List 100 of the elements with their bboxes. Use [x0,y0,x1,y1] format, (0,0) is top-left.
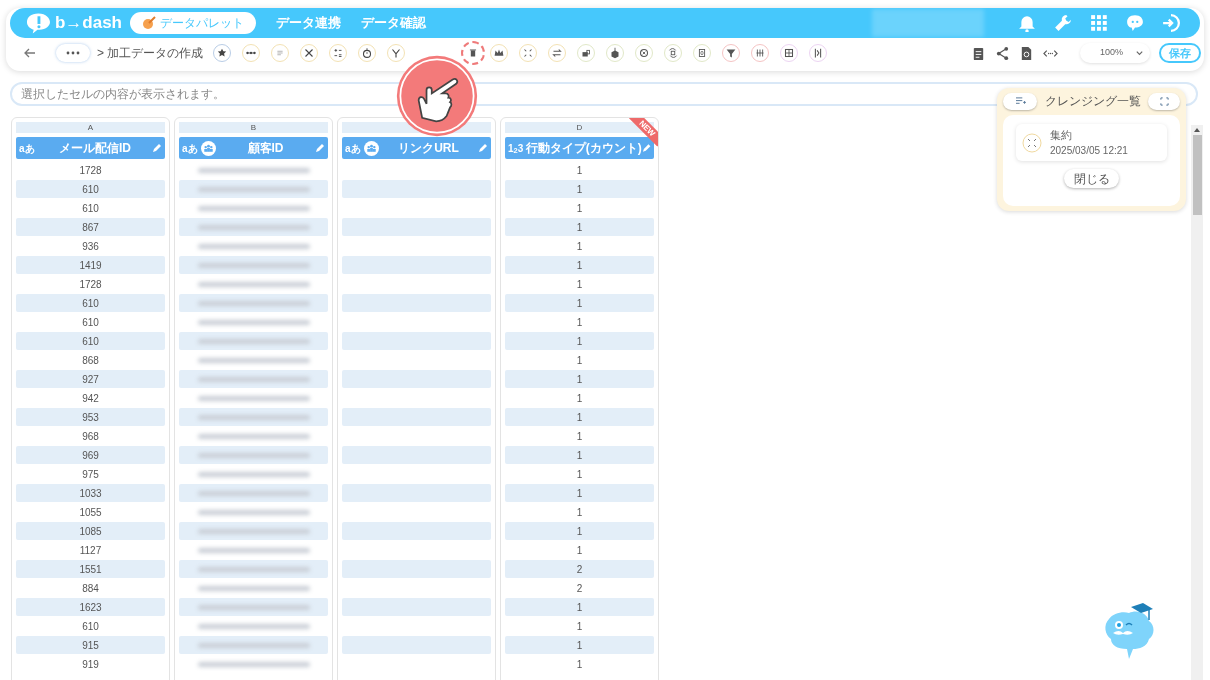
item-time: 2025/03/05 12:21 [1050,143,1128,158]
table-cell: 1 [505,256,654,274]
tool-button[interactable] [461,41,486,65]
table-cell: 1 [505,294,654,312]
cleansing-item[interactable]: 集約 2025/03/05 12:21 [1016,124,1167,161]
table-cell: 610 [16,332,165,350]
table-cell: 927 [16,370,165,388]
table-cell-text: 968 [81,429,100,444]
nav-tab[interactable]: データ連携 [276,13,341,33]
table-cell-text: 610 [81,201,100,216]
people-icon [201,140,216,156]
table-cell: 1 [505,180,654,198]
compress-icon [1022,132,1042,153]
table-cell-text: 1 [575,505,584,520]
table-cell: 1 [505,598,654,616]
column-title: メール配信ID [58,140,132,157]
tool-button[interactable] [722,44,741,62]
table-cell-text: 942 [81,391,100,406]
table-cell-text: 610 [81,619,100,634]
type-label: aあ [19,141,36,156]
table-cell: 1085 [16,522,165,540]
table-cell: 610 [16,180,165,198]
table-cell: 953 [16,408,165,426]
save-button[interactable]: 保存 [1159,43,1201,63]
table-cell-text: 1 [575,353,584,368]
column-header[interactable]: aあ 顧客ID [179,137,328,159]
type-label: 1$_{2}$3 [508,141,525,156]
scrollbar[interactable] [1191,125,1203,680]
table-cell: 610 [16,294,165,312]
table-cell: 1551 [16,560,165,578]
column-letter: A [87,121,94,134]
table-cell: 1 [505,484,654,502]
palette-icon [142,16,156,30]
table-cell-text: 1 [575,657,584,672]
table-cell-text: 1 [575,619,584,634]
table-cell-text: 1 [575,391,584,406]
column-header[interactable]: 1$_{2}$3 行動タイプ(カウント) [505,137,654,159]
table-cell-text: 1 [575,315,584,330]
tool-button[interactable] [213,44,232,62]
table-cell: 915 [16,636,165,654]
table-cell-text: 1728 [78,277,103,292]
logo-text: b→dash [54,12,122,35]
type-label: aあ [182,141,199,156]
fullscreen-icon [1159,96,1169,106]
item-name: 集約 [1050,127,1073,143]
type-label: aあ [345,141,362,156]
table-cell: 1419 [16,256,165,274]
clipboard-icon[interactable] [971,45,986,61]
table-cell-text: 1 [575,239,584,254]
file-restore-icon[interactable] [1019,45,1034,61]
table-cell: 1623 [16,598,165,616]
breadcrumb-text: > 加工データの作成 [97,45,204,62]
pencil-icon[interactable] [152,143,162,153]
table-cell-text: 1728 [78,163,103,178]
table-cell-text: 1 [575,277,584,292]
table-cell: 1 [505,446,654,464]
nav-tab[interactable]: データ確認 [361,13,426,33]
table-cell-text: 884 [81,581,100,596]
tool-button[interactable] [751,44,770,62]
column-header[interactable]: aあ メール配信ID [16,137,165,159]
table-cell-text: 610 [81,315,100,330]
column-letter: D [576,121,583,134]
table-cell-text: 1 [575,201,584,216]
back-arrow-icon[interactable] [24,47,36,59]
table-cell: 1033 [16,484,165,502]
table-cell: 2 [505,560,654,578]
table-cell-text: 975 [81,467,100,482]
table-cell: 1 [505,522,654,540]
table-cell: 969 [16,446,165,464]
table-cell-text: 919 [81,657,100,672]
table-cell: 1 [505,218,654,236]
pencil-icon[interactable] [315,143,325,153]
table-cell-text: 868 [81,353,100,368]
table-cell-text: 1127 [78,543,103,558]
column-letter: B [250,121,257,134]
swap-icon [550,46,565,60]
table-cell: 867 [16,218,165,236]
column-title: リンクURL [397,140,460,157]
logo-icon [26,12,51,34]
pencil-icon[interactable] [641,143,651,153]
table-cell: 1 [505,370,654,388]
table-cell-text: 1 [575,543,584,558]
zoom-select[interactable]: 100% [1080,43,1150,63]
table-cell-text: 936 [81,239,100,254]
list-add-icon [1014,96,1026,106]
table-cell: 1 [505,332,654,350]
chevron-down-icon [1135,48,1144,58]
table-cell-text: 1 [575,429,584,444]
add-list-button[interactable] [1003,92,1037,110]
column-header[interactable]: aあ リンクURL [342,137,491,159]
table-cell: 1 [505,408,654,426]
table-cell-text: 1055 [78,505,103,520]
nav-tab[interactable]: データパレット [130,12,256,34]
table-cell-text: 1 [575,163,584,178]
share-icon[interactable] [995,45,1010,61]
ellipsis-icon [66,51,80,55]
people-icon [364,140,379,156]
close-button[interactable]: 閉じる [1064,169,1119,188]
pencil-icon[interactable] [478,143,488,153]
column-title: 顧客ID [246,140,285,157]
